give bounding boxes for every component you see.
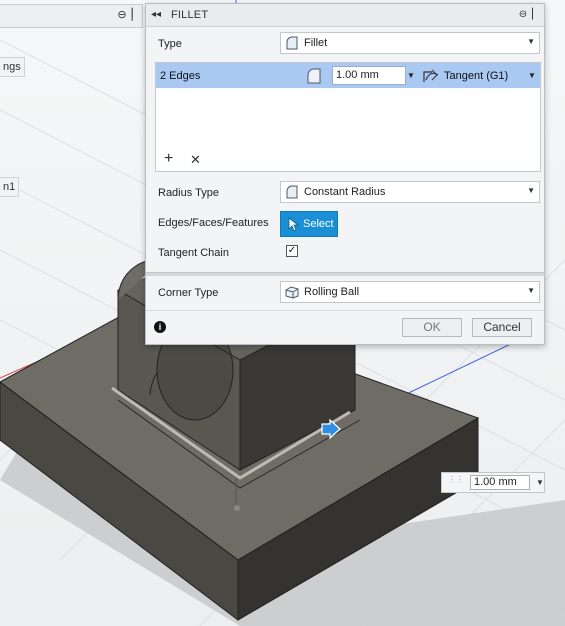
constant-radius-icon <box>286 185 298 199</box>
remove-icon[interactable]: ✕ <box>190 153 201 167</box>
edge-set-row[interactable]: 2 Edges 1.00 mm ▼ Tangent (G1) ▼ <box>156 63 540 88</box>
chevron-down-icon[interactable]: ▼ <box>407 71 415 80</box>
drag-handle-icon[interactable]: ⋮⋮ <box>448 476 464 488</box>
rolling-ball-icon <box>285 286 299 299</box>
info-icon[interactable]: i <box>154 321 166 333</box>
radius-input[interactable]: 1.00 mm <box>332 66 406 85</box>
minimize-icon[interactable]: ⊖ <box>116 9 128 21</box>
fillet-radius-icon <box>307 68 321 84</box>
panel-expand-icon[interactable]: ▏ <box>130 9 142 21</box>
dialog-title: FILLET <box>171 9 209 21</box>
fillet-icon <box>286 36 298 50</box>
section-divider[interactable] <box>146 272 544 276</box>
collapse-arrows-icon[interactable]: ◂◂ <box>150 9 162 21</box>
browser-panel-header: ⊖ ▏ <box>0 4 143 28</box>
dialog-side-icon[interactable]: ▏ <box>530 9 542 21</box>
tangent-continuity-icon <box>423 69 439 82</box>
chevron-down-icon[interactable]: ▼ <box>528 71 536 80</box>
select-button[interactable]: Select <box>280 211 338 237</box>
canvas-dimension-box: ⋮⋮ 1.00 mm ▼ <box>441 472 545 493</box>
select-button-label: Select <box>303 218 334 230</box>
fillet-dialog: ◂◂ FILLET ⊖ ▏ Type Fillet ▼ 2 Edges 1.00… <box>145 3 545 345</box>
cancel-button[interactable]: Cancel <box>472 318 532 337</box>
canvas-radius-input[interactable]: 1.00 mm <box>470 475 530 490</box>
footer-divider <box>146 310 544 311</box>
browser-item-fragment[interactable]: n1 <box>0 177 20 197</box>
chevron-down-icon[interactable]: ▼ <box>536 478 544 487</box>
radius-type-label: Radius Type <box>158 187 219 199</box>
dialog-header[interactable]: ◂◂ FILLET ⊖ ▏ <box>146 4 544 27</box>
edge-selection-list[interactable]: 2 Edges 1.00 mm ▼ Tangent (G1) ▼ + ✕ <box>155 62 541 172</box>
edges-faces-features-label: Edges/Faces/Features <box>158 217 269 229</box>
type-label: Type <box>158 38 182 50</box>
origin-point <box>234 505 240 511</box>
corner-type-value: Rolling Ball <box>304 286 360 298</box>
chevron-down-icon: ▼ <box>527 37 535 46</box>
radius-type-value: Constant Radius <box>304 186 386 198</box>
radius-type-dropdown[interactable]: Constant Radius ▼ <box>280 181 540 203</box>
minimize-icon[interactable]: ⊖ <box>517 9 529 21</box>
browser-item-fragment[interactable]: ngs <box>0 57 25 77</box>
tangent-chain-label: Tangent Chain <box>158 247 229 259</box>
cursor-arrow-icon <box>288 217 300 232</box>
add-icon[interactable]: + <box>164 151 173 167</box>
chevron-down-icon: ▼ <box>527 186 535 195</box>
chevron-down-icon: ▼ <box>527 286 535 295</box>
ok-button[interactable]: OK <box>402 318 462 337</box>
type-dropdown[interactable]: Fillet ▼ <box>280 32 540 54</box>
corner-type-label: Corner Type <box>158 287 219 299</box>
edge-count: 2 Edges <box>160 70 201 82</box>
corner-type-dropdown[interactable]: Rolling Ball ▼ <box>280 281 540 303</box>
continuity-value[interactable]: Tangent (G1) <box>444 70 508 82</box>
type-value: Fillet <box>304 37 328 49</box>
tangent-chain-checkbox[interactable]: ✓ <box>286 245 298 257</box>
